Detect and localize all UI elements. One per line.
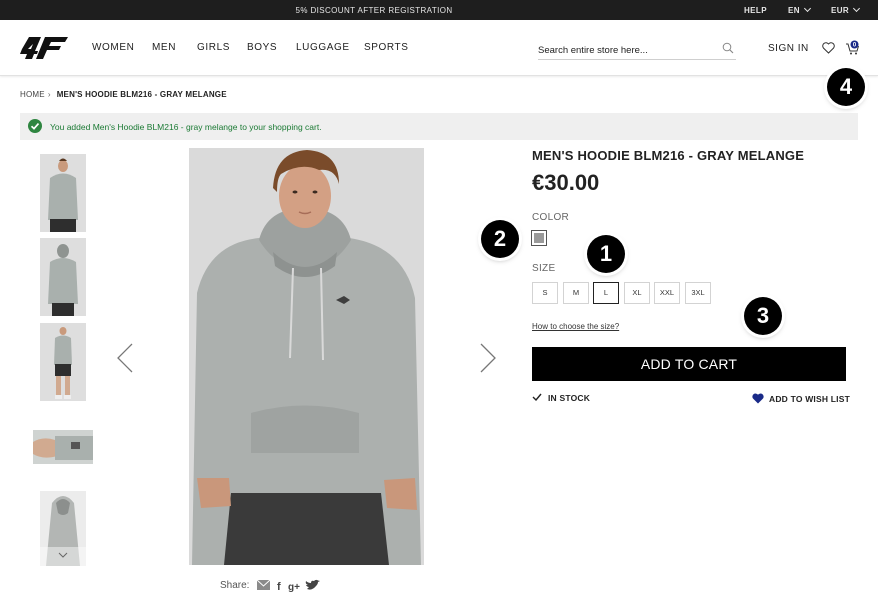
nav-boys[interactable]: BOYS [247, 42, 277, 53]
logo[interactable] [20, 37, 68, 59]
wishlist-text: ADD TO WISH LIST [769, 394, 850, 404]
callout-badge-4: 4 [827, 68, 865, 106]
search-icon[interactable] [722, 42, 734, 54]
size-label: SIZE [532, 263, 556, 274]
main-product-image[interactable] [189, 148, 424, 565]
size-option-m[interactable]: M [563, 282, 589, 304]
heart-icon [752, 393, 764, 404]
add-to-cart-button[interactable]: ADD TO CART [532, 347, 846, 381]
stock-text: IN STOCK [548, 393, 591, 403]
product-thumbnail[interactable] [33, 430, 93, 464]
product-thumbnail[interactable] [40, 154, 86, 232]
language-selector[interactable]: EN [788, 4, 811, 15]
share-icons: f g+ [257, 579, 320, 593]
nav-sports[interactable]: SPORTS [364, 42, 409, 53]
language-value: EN [788, 6, 800, 15]
share-label: Share: [220, 580, 250, 591]
next-image-arrow[interactable] [478, 343, 498, 373]
product-thumbnail[interactable] [40, 491, 86, 566]
currency-selector[interactable]: EUR [831, 4, 861, 15]
product-thumbnail[interactable] [40, 323, 86, 401]
nav-luggage[interactable]: LUGGAGE [296, 42, 350, 53]
nav-men[interactable]: MEN [152, 42, 176, 53]
size-option-3xl[interactable]: 3XL [685, 282, 711, 304]
callout-badge-3: 3 [744, 297, 782, 335]
breadcrumb: HOME › MEN'S HOODIE BLM216 - GRAY MELANGE [20, 90, 227, 99]
color-label: COLOR [532, 212, 570, 223]
product-thumbnail[interactable] [40, 238, 86, 316]
stock-status: IN STOCK [532, 393, 590, 403]
product-price: €30.00 [532, 170, 600, 195]
breadcrumb-home[interactable]: HOME [20, 90, 45, 99]
size-option-xl[interactable]: XL [624, 282, 650, 304]
cart-icon[interactable]: 0 [845, 40, 861, 56]
currency-value: EUR [831, 6, 850, 15]
site-header: WOMEN MEN GIRLS BOYS LUGGAGE SPORTS SIGN… [0, 20, 878, 76]
nav-girls[interactable]: GIRLS [197, 42, 230, 53]
breadcrumb-current: MEN'S HOODIE BLM216 - GRAY MELANGE [56, 90, 227, 99]
promo-text: 5% DISCOUNT AFTER REGISTRATION [295, 6, 453, 15]
top-bar: 5% DISCOUNT AFTER REGISTRATION HELP EN E… [0, 0, 878, 20]
success-message: You added Men's Hoodie BLM216 - gray mel… [20, 113, 858, 140]
callout-badge-1: 1 [587, 235, 625, 273]
product-title: MEN'S HOODIE BLM216 - GRAY MELANGE [532, 148, 805, 163]
nav-women[interactable]: WOMEN [92, 42, 134, 53]
swatch-fill [534, 233, 544, 243]
success-message-text: You added Men's Hoodie BLM216 - gray mel… [50, 122, 322, 132]
twitter-share-icon[interactable] [305, 579, 320, 590]
size-guide-link[interactable]: How to choose the size? [532, 322, 619, 331]
chevron-right-icon: › [47, 90, 51, 99]
checkmark-icon [28, 119, 42, 133]
prev-image-arrow[interactable] [115, 343, 135, 373]
chevron-down-icon [803, 4, 811, 13]
help-link[interactable]: HELP [744, 6, 767, 15]
add-to-wishlist-link[interactable]: ADD TO WISH LIST [752, 393, 850, 404]
callout-badge-2: 2 [481, 220, 519, 258]
google-plus-share-icon[interactable]: g+ [288, 582, 300, 593]
check-icon [532, 393, 542, 402]
size-option-s[interactable]: S [532, 282, 558, 304]
chevron-down-icon [853, 4, 861, 13]
color-swatch-gray[interactable] [531, 230, 547, 246]
wishlist-icon[interactable] [822, 42, 835, 54]
size-option-l[interactable]: L [593, 282, 619, 304]
facebook-share-icon[interactable]: f [277, 581, 281, 593]
size-option-xxl[interactable]: XXL [654, 282, 680, 304]
search-box [538, 40, 736, 60]
sign-in-link[interactable]: SIGN IN [768, 43, 809, 54]
search-input[interactable] [538, 43, 718, 56]
email-share-icon[interactable] [257, 579, 271, 590]
